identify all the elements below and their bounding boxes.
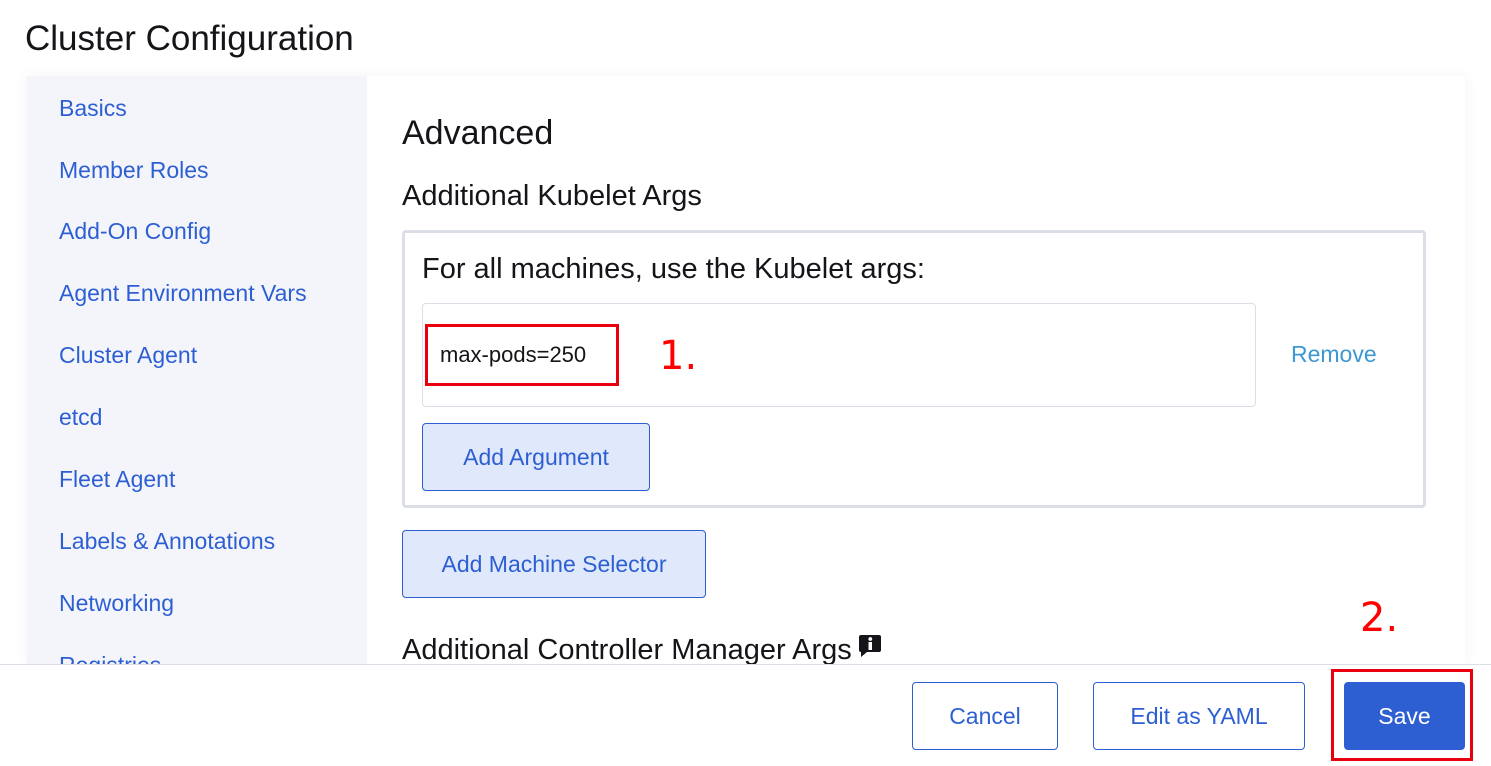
add-machine-selector-button[interactable]: Add Machine Selector <box>402 530 706 598</box>
page-title: Cluster Configuration <box>25 19 354 58</box>
advanced-content: Advanced Additional Kubelet Args For all… <box>367 76 1465 664</box>
sidebar: Basics Member Roles Add-On Config Agent … <box>27 76 367 664</box>
sidebar-item-cluster-agent[interactable]: Cluster Agent <box>59 340 197 370</box>
sidebar-item-labels-annotations[interactable]: Labels & Annotations <box>59 526 275 556</box>
sidebar-item-add-on-config[interactable]: Add-On Config <box>59 216 211 246</box>
kubelet-args-box: For all machines, use the Kubelet args: … <box>402 230 1426 508</box>
advanced-heading: Advanced <box>402 114 554 152</box>
footer-actions: Cancel Edit as YAML Save <box>0 664 1491 766</box>
controller-manager-args-title: Additional Controller Manager Args <box>402 634 852 664</box>
cancel-button[interactable]: Cancel <box>912 682 1058 750</box>
add-argument-button[interactable]: Add Argument <box>422 423 650 491</box>
sidebar-item-networking[interactable]: Networking <box>59 588 174 618</box>
kubelet-args-heading: Additional Kubelet Args <box>402 180 702 212</box>
controller-manager-args-heading: Additional Controller Manager Args <box>402 632 882 664</box>
kubelet-arg-row: 1. <box>422 303 1256 407</box>
sidebar-item-member-roles[interactable]: Member Roles <box>59 155 209 185</box>
kubelet-arg-input[interactable] <box>425 324 619 386</box>
kubelet-args-label: For all machines, use the Kubelet args: <box>422 253 925 285</box>
annotation-step-2: 2. <box>1360 595 1399 641</box>
annotation-step-1: 1. <box>659 333 698 379</box>
save-button[interactable]: Save <box>1344 682 1465 750</box>
remove-arg-link[interactable]: Remove <box>1291 339 1377 369</box>
config-panel: Basics Member Roles Add-On Config Agent … <box>27 76 1465 664</box>
info-icon[interactable] <box>858 633 882 657</box>
sidebar-item-fleet-agent[interactable]: Fleet Agent <box>59 464 175 494</box>
sidebar-item-registries[interactable]: Registries <box>59 650 161 664</box>
sidebar-item-agent-environment-vars[interactable]: Agent Environment Vars <box>59 278 307 308</box>
edit-as-yaml-button[interactable]: Edit as YAML <box>1093 682 1305 750</box>
sidebar-item-etcd[interactable]: etcd <box>59 402 102 432</box>
sidebar-item-basics[interactable]: Basics <box>59 93 127 123</box>
